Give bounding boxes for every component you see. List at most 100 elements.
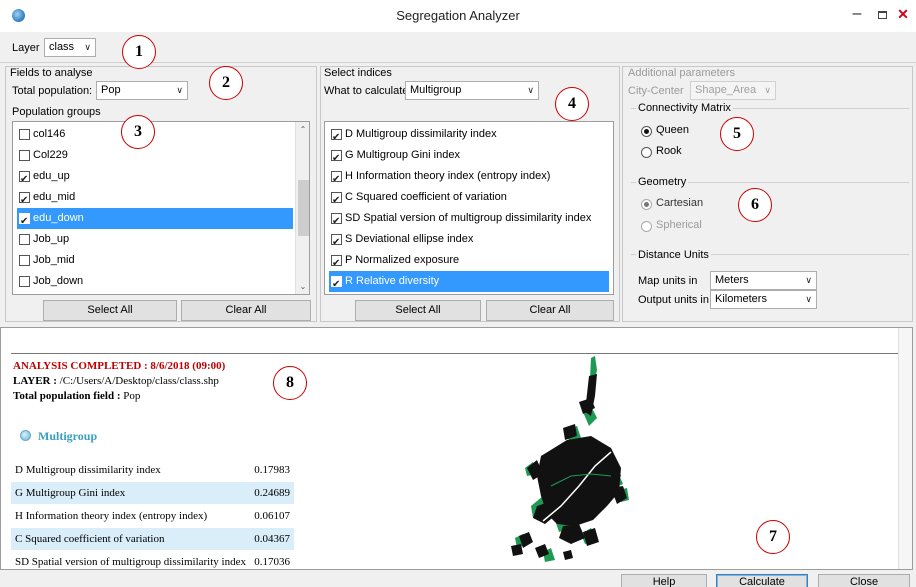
index-item[interactable]: P Normalized exposure (329, 250, 609, 274)
footer-bar: Help Calculate Close (0, 570, 916, 587)
scroll-thumb[interactable] (298, 180, 309, 236)
checkbox[interactable] (331, 127, 342, 148)
checkbox[interactable] (331, 232, 342, 253)
indices-clear-all-button[interactable]: Clear All (486, 300, 614, 321)
maximize-button[interactable] (875, 4, 889, 24)
group-item[interactable]: edu_mid (17, 187, 293, 211)
indices-group-title: Select indices (324, 67, 392, 79)
group-item[interactable]: Job_up (17, 229, 293, 250)
group-item[interactable]: Job_down (17, 271, 293, 292)
close-button[interactable]: Close (818, 574, 910, 587)
queen-label: Queen (656, 124, 690, 136)
index-item[interactable]: G Multigroup Gini index (329, 145, 609, 169)
index-item[interactable]: H Information theory index (entropy inde… (329, 166, 609, 190)
multigroup-section-title: Multigroup (38, 429, 98, 443)
spherical-radio[interactable] (641, 221, 652, 232)
checkbox[interactable] (19, 190, 30, 211)
total-population-label: Total population: (12, 85, 93, 97)
group-item[interactable]: edu_down (17, 208, 293, 232)
group-item[interactable]: Col229 (17, 145, 293, 166)
map-black-areas (511, 374, 627, 560)
cartesian-radio[interactable] (641, 199, 652, 210)
indices-select-all-button[interactable]: Select All (355, 300, 481, 321)
map-units-label: Map units in (638, 275, 698, 287)
scroll-down-icon[interactable]: ⌄ (296, 279, 309, 294)
total-population-field-line: Total population field : Pop (13, 390, 140, 402)
rook-radio[interactable] (641, 147, 652, 158)
index-item[interactable]: R Relative diversity (329, 271, 609, 294)
result-row: D Multigroup dissimilarity index 0.17983 (11, 459, 294, 481)
queen-radio[interactable] (641, 126, 652, 137)
output-units-label: Output units in (638, 294, 709, 306)
output-units-select[interactable]: Kilometers ∨ (710, 290, 817, 309)
index-item[interactable]: S Deviational ellipse index (329, 229, 609, 253)
checkbox[interactable] (331, 190, 342, 211)
total-population-select[interactable]: Pop ∨ (96, 81, 188, 100)
fields-select-all-button[interactable]: Select All (43, 300, 177, 321)
group-item-label: edu_mid (33, 191, 76, 203)
index-item-label: R Relative diversity (345, 275, 440, 287)
checkbox[interactable] (331, 253, 342, 274)
checkbox[interactable] (19, 255, 30, 266)
city-map (511, 356, 629, 562)
city-center-select[interactable]: Shape_Area ∨ (690, 81, 776, 100)
groups-scrollbar[interactable]: ⌃ ⌄ (295, 122, 309, 294)
results-scrollbar[interactable] (898, 328, 912, 569)
minimize-button[interactable]: – (850, 4, 864, 24)
index-item[interactable]: SD Spatial version of multigroup dissimi… (329, 208, 609, 232)
map-units-select[interactable]: Meters ∨ (710, 271, 817, 290)
checkbox[interactable] (19, 276, 30, 287)
checkbox[interactable] (331, 274, 342, 294)
result-value: 0.04367 (254, 533, 290, 545)
result-name: H Information theory index (entropy inde… (15, 510, 208, 522)
group-item-label: Job_down (33, 275, 84, 287)
checkbox[interactable] (19, 234, 30, 245)
fields-clear-all-button[interactable]: Clear All (181, 300, 311, 321)
chevron-down-icon: ∨ (764, 85, 771, 95)
scroll-up-icon[interactable]: ⌃ (296, 122, 309, 137)
city-center-label: City-Center (628, 85, 684, 97)
indices-list[interactable]: D Multigroup dissimilarity index G Multig… (324, 121, 614, 295)
badge-8: 8 (273, 366, 307, 400)
index-item-label: C Squared coefficient of variation (345, 191, 507, 203)
checkbox[interactable] (19, 211, 30, 232)
checkbox[interactable] (331, 211, 342, 232)
chevron-down-icon: ∨ (805, 275, 812, 285)
population-groups-label: Population groups (12, 106, 101, 118)
result-value: 0.24689 (254, 487, 290, 499)
badge-2: 2 (209, 66, 243, 100)
population-groups-list[interactable]: ⌃ ⌄ col146 Col229 edu_up edu_mid edu_down Job… (12, 121, 310, 295)
output-units-value: Kilometers (715, 293, 767, 305)
checkbox[interactable] (19, 169, 30, 190)
group-item[interactable]: edu_up (17, 166, 293, 190)
checkbox[interactable] (19, 129, 30, 140)
group-item[interactable]: col146 (17, 124, 293, 145)
index-item[interactable]: C Squared coefficient of variation (329, 187, 609, 211)
multigroup-icon (20, 430, 31, 441)
chevron-down-icon: ∨ (527, 85, 534, 95)
result-row: G Multigroup Gini index 0.24689 (11, 482, 294, 504)
chevron-down-icon: ∨ (805, 294, 812, 304)
index-item[interactable]: D Multigroup dissimilarity index (329, 124, 609, 148)
group-item[interactable]: Job_mid (17, 250, 293, 271)
badge-7: 7 (756, 520, 790, 554)
index-item-label: G Multigroup Gini index (345, 149, 460, 161)
layer-path-label: LAYER : (13, 375, 60, 387)
checkbox[interactable] (331, 169, 342, 190)
result-row: H Information theory index (entropy inde… (11, 505, 294, 527)
badge-4: 4 (555, 87, 589, 121)
checkbox[interactable] (331, 148, 342, 169)
result-value: 0.06107 (254, 510, 290, 522)
geometry-title: Geometry (636, 176, 689, 188)
checkbox[interactable] (19, 150, 30, 161)
layer-select[interactable]: class ∨ (44, 38, 96, 57)
rook-label: Rook (656, 145, 682, 157)
group-item-label: Col229 (33, 149, 68, 161)
badge-1: 1 (122, 35, 156, 69)
calculate-button[interactable]: Calculate (716, 574, 808, 587)
title-bar: Segregation Analyzer – ✕ (0, 0, 916, 32)
help-button[interactable]: Help (621, 574, 707, 587)
close-window-button[interactable]: ✕ (895, 4, 911, 24)
what-to-calculate-select[interactable]: Multigroup ∨ (405, 81, 539, 100)
layer-path-value: /C:/Users/A/Desktop/class/class.shp (59, 375, 219, 387)
